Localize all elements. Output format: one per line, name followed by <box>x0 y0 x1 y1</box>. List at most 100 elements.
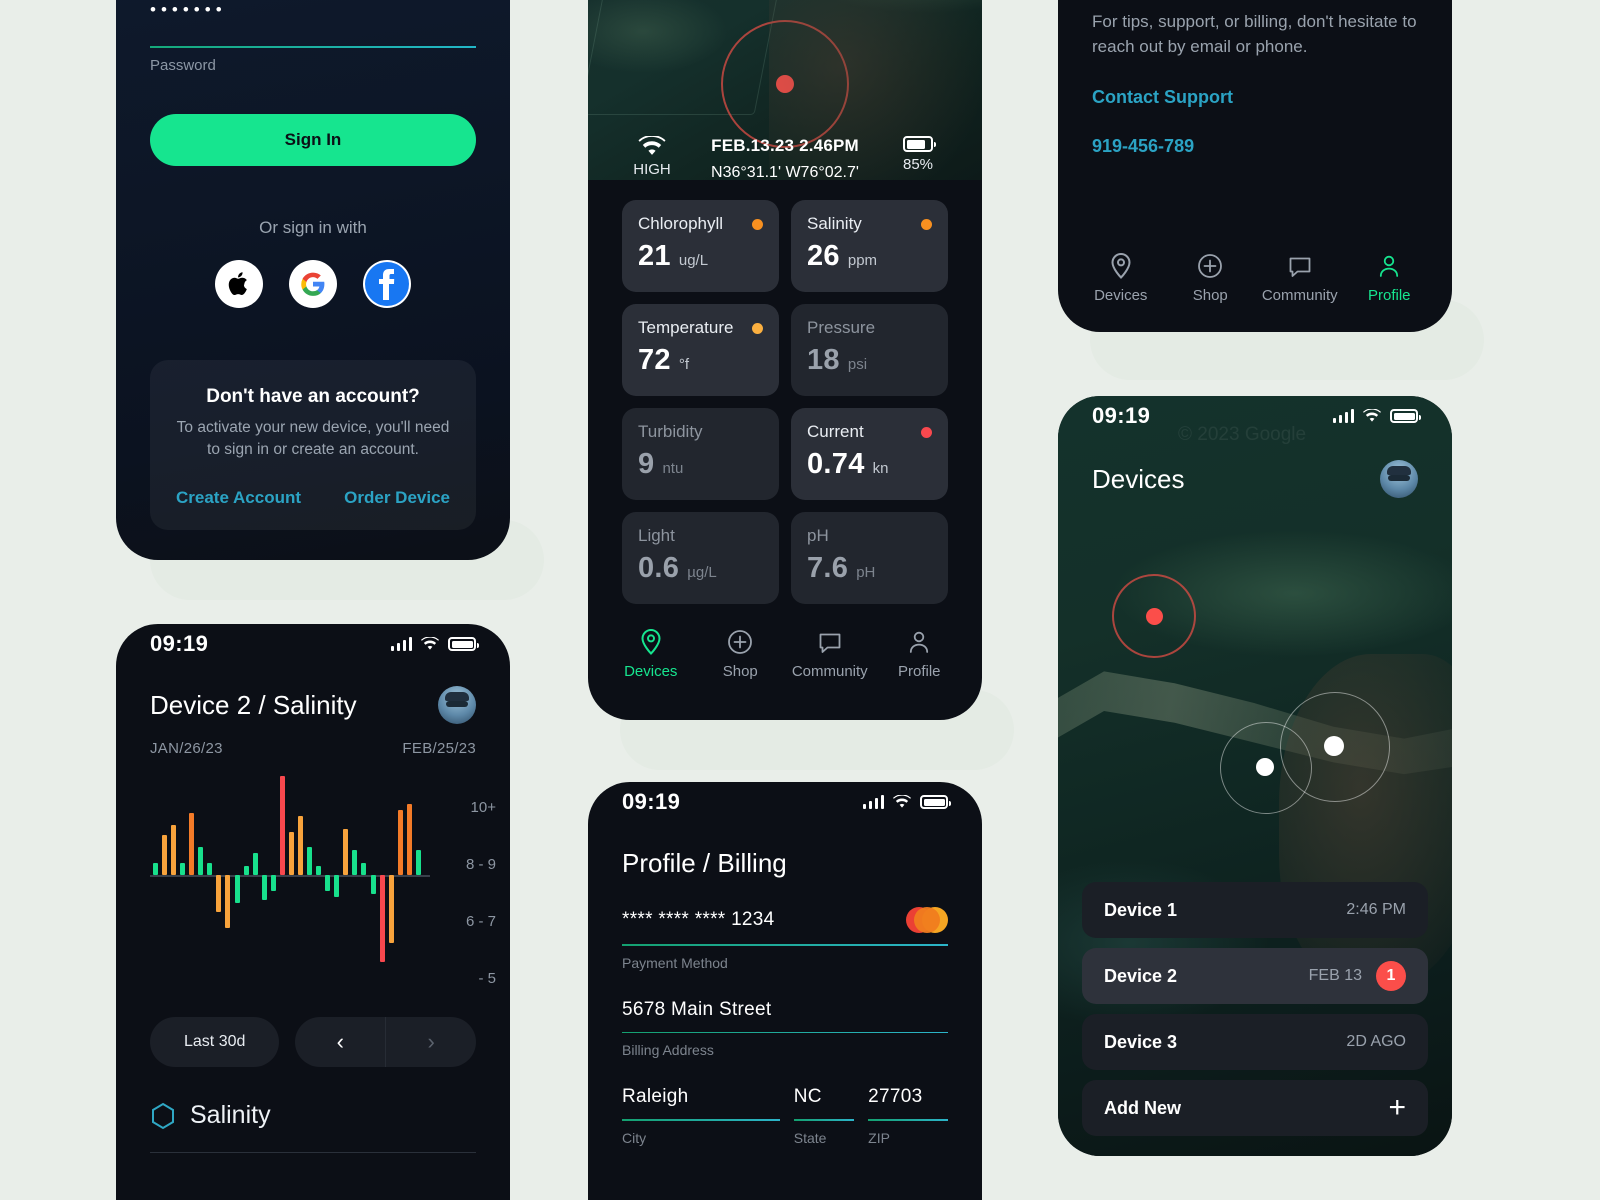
apple-icon <box>228 272 247 296</box>
sensor-name: Pressure <box>807 318 876 337</box>
field-underline <box>622 1031 948 1034</box>
sensor-card-light[interactable]: Light 0.6 µg/L <box>622 512 779 604</box>
devices-header: Devices <box>1058 436 1452 498</box>
tab-devices[interactable]: Devices <box>1076 252 1166 304</box>
tab-shop[interactable]: Shop <box>1166 252 1256 304</box>
apple-signin-button[interactable] <box>215 260 263 308</box>
support-panel: For tips, support, or billing, don't hes… <box>1058 0 1452 332</box>
chart-bar <box>352 850 358 875</box>
unread-badge: 1 <box>1376 961 1406 991</box>
device-timestamp: 2D AGO <box>1346 1033 1406 1050</box>
zip-value: 27703 <box>868 1086 923 1108</box>
chart-bar <box>161 834 167 875</box>
device-name: Device 1 <box>1104 899 1178 920</box>
sensor-unit: µg/L <box>687 564 717 581</box>
chart-bar <box>361 862 367 875</box>
signin-panel: ••••••• Password Sign In Or sign in with <box>116 0 510 560</box>
chart-bar <box>415 850 421 875</box>
sensor-name: Current <box>807 422 864 441</box>
billing-address-field[interactable]: 5678 Main Street Billing Address <box>588 998 982 1058</box>
devices-panel: © 2023 Google 09:19 Devices Device 1 2:46… <box>1058 396 1452 1156</box>
facebook-icon <box>365 262 409 306</box>
create-account-link[interactable]: Create Account <box>176 488 301 508</box>
account-card-title: Don't have an account? <box>206 386 420 407</box>
status-time: 09:19 <box>150 631 209 656</box>
sensor-card-chlorophyll[interactable]: Chlorophyll 21 ug/L <box>622 200 779 292</box>
tab-label: Devices <box>1094 287 1148 304</box>
state-field[interactable]: NC State <box>793 1086 855 1146</box>
google-signin-button[interactable] <box>289 260 337 308</box>
tab-devices[interactable]: Devices <box>606 628 696 680</box>
sensor-unit: ppm <box>847 252 878 269</box>
tab-community[interactable]: Community <box>1255 252 1345 304</box>
chart-bar <box>243 865 249 875</box>
tab-profile[interactable]: Profile <box>1345 252 1435 304</box>
wifi-icon <box>421 637 439 650</box>
sensor-card-turbidity[interactable]: Turbidity 9 ntu <box>622 408 779 500</box>
support-phone-link[interactable]: 919-456-789 <box>1092 136 1418 157</box>
field-underline <box>622 944 948 946</box>
sensor-card-salinity[interactable]: Salinity 26 ppm <box>791 200 948 292</box>
sensor-card-grid: Chlorophyll 21 ug/L Salinity 26 ppm Temperatur… <box>588 182 982 604</box>
chart-date-range: JAN/26/23 FEB/25/23 <box>116 724 510 757</box>
chart-bar <box>307 847 313 875</box>
device-list-item[interactable]: Device 3 2D AGO <box>1082 1014 1428 1070</box>
chat-bubble-icon <box>817 628 843 656</box>
plus-circle-icon <box>727 628 753 656</box>
device-2-dot[interactable] <box>1256 758 1274 776</box>
prev-period-button[interactable]: ‹ <box>295 1017 385 1067</box>
sensor-card-pressure[interactable]: Pressure 18 psi <box>791 304 948 396</box>
tab-shop[interactable]: Shop <box>696 628 786 680</box>
device-list-item[interactable]: Device 1 2:46 PM <box>1082 882 1428 938</box>
payment-method-field[interactable]: **** **** **** 1234 Payment Method <box>588 907 982 971</box>
status-icons <box>390 637 479 651</box>
battery-percent: 85% <box>902 156 934 173</box>
sensor-card-ph[interactable]: pH 7.6 pH <box>791 512 948 604</box>
page-title: Devices <box>1092 463 1185 494</box>
sensor-name: Turbidity <box>638 422 703 441</box>
password-input[interactable]: ••••••• <box>150 0 476 26</box>
contact-support-link[interactable]: Contact Support <box>1092 87 1418 108</box>
chart-bar <box>189 813 195 875</box>
battery-icon <box>920 795 951 809</box>
facebook-signin-button[interactable] <box>363 260 411 308</box>
sensor-value: 26 <box>807 240 840 272</box>
device-list-item[interactable]: Device 2 FEB 13 1 <box>1082 948 1428 1004</box>
field-underline <box>793 1119 855 1121</box>
y-axis-tick: 10+ <box>470 799 496 816</box>
tab-profile[interactable]: Profile <box>875 628 965 680</box>
device-name: Device 2 <box>1104 965 1178 986</box>
city-state-zip-row: Raleigh City NC State 27703 ZIP <box>588 1086 982 1146</box>
address-value: 5678 Main Street <box>622 998 772 1020</box>
payment-method-label: Payment Method <box>622 954 728 971</box>
order-device-link[interactable]: Order Device <box>344 488 450 508</box>
tab-community[interactable]: Community <box>785 628 875 680</box>
range-button[interactable]: Last 30d <box>150 1017 280 1067</box>
reading-timestamp: FEB.13.23 2.46PM <box>711 136 859 155</box>
next-period-button[interactable]: › <box>385 1017 476 1067</box>
tab-label: Shop <box>722 663 758 680</box>
add-new-device-button[interactable]: Add New + <box>1082 1080 1428 1136</box>
device-3-dot[interactable] <box>1324 736 1344 756</box>
sensor-unit: °f <box>678 356 690 373</box>
zip-field[interactable]: 27703 ZIP <box>868 1086 948 1146</box>
sensor-unit: psi <box>847 356 868 373</box>
google-icon <box>301 272 325 296</box>
sign-in-button[interactable]: Sign In <box>150 114 476 166</box>
sensor-name: Chlorophyll <box>638 214 724 233</box>
chart-bar <box>207 862 213 875</box>
cellular-signal-icon <box>862 795 884 809</box>
person-icon <box>906 628 932 656</box>
avatar[interactable] <box>438 686 476 724</box>
chart-bar <box>171 825 177 875</box>
avatar[interactable] <box>1380 460 1418 498</box>
chart-bar <box>152 862 158 875</box>
plus-icon: + <box>1388 1091 1406 1124</box>
battery-icon <box>1390 409 1421 423</box>
chart-bar <box>216 875 222 913</box>
city-field[interactable]: Raleigh City <box>622 1086 780 1146</box>
sensor-name: Salinity <box>807 214 862 233</box>
sensor-card-current[interactable]: Current 0.74 kn <box>791 408 948 500</box>
sensor-card-temperature[interactable]: Temperature 72 °f <box>622 304 779 396</box>
device-1-dot[interactable] <box>1146 608 1163 625</box>
